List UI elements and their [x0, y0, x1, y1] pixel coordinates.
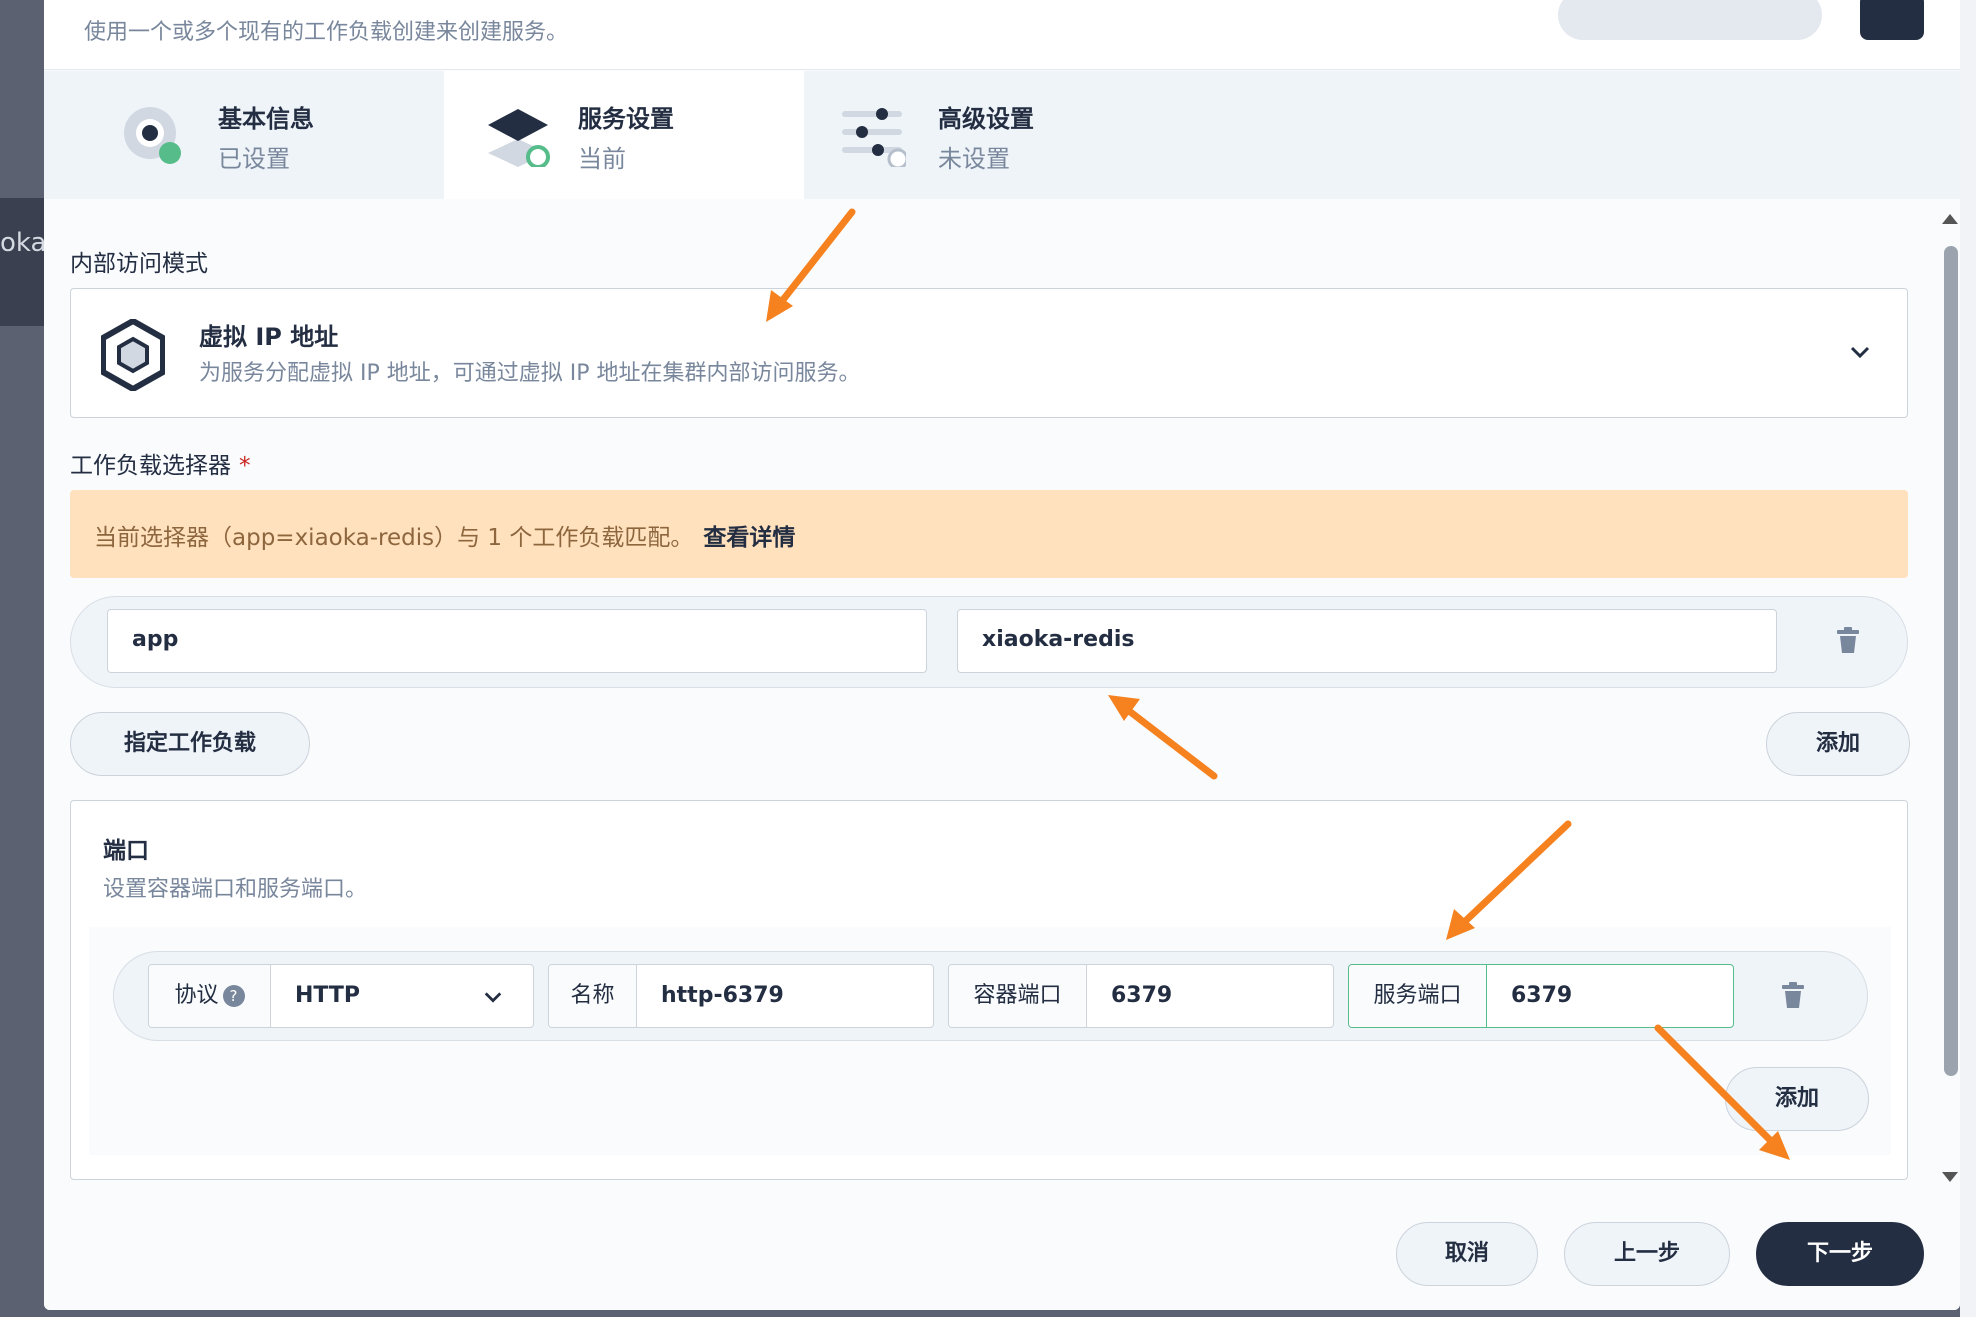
trash-icon[interactable] [1782, 982, 1804, 1008]
step-title: 高级设置 [938, 105, 1034, 133]
step-basic-info[interactable]: 基本信息 已设置 [44, 71, 404, 199]
add-selector-button[interactable]: 添加 [1766, 712, 1910, 776]
required-mark: * [239, 453, 251, 479]
scrollbar-thumb[interactable] [1944, 246, 1958, 1076]
previous-step-button[interactable]: 上一步 [1564, 1222, 1730, 1286]
step-status: 未设置 [938, 145, 1010, 173]
step-status: 当前 [578, 145, 626, 173]
step-advanced-settings[interactable]: 高级设置 未设置 [804, 71, 1164, 199]
step-status: 已设置 [218, 145, 290, 173]
header-pill-button[interactable] [1558, 0, 1822, 40]
ports-description: 设置容器端口和服务端口。 [103, 877, 368, 902]
protocol-label-row: 协议? [149, 965, 271, 1027]
backdrop-right-edge [1960, 0, 1976, 1317]
port-name-label: 名称 [549, 965, 637, 1027]
ports-list: 协议? HTTP 名称 http-6379 容器端口 6379 服务端口 637… [89, 927, 1891, 1155]
scroll-down-arrow[interactable] [1942, 1172, 1958, 1182]
access-mode-title: 虚拟 IP 地址 [199, 323, 339, 351]
scroll-up-arrow[interactable] [1942, 214, 1958, 224]
container-port-label: 容器端口 [949, 965, 1087, 1027]
protocol-select[interactable]: 协议? HTTP [148, 964, 534, 1028]
view-details-link[interactable]: 查看详情 [703, 525, 795, 551]
notice-text: 当前选择器（app=xiaoka-redis）与 1 个工作负载匹配。 [94, 525, 694, 551]
service-port-value[interactable]: 6379 [1511, 965, 1572, 1027]
chevron-down-icon [484, 992, 502, 1003]
sliders-icon [842, 108, 906, 167]
header-dark-button[interactable] [1860, 0, 1924, 40]
selector-value-input[interactable]: xiaoka-redis [957, 609, 1777, 673]
modal-subtitle: 使用一个或多个现有的工作负载创建来创建服务。 [84, 20, 569, 45]
selector-label: 工作负载选择器 [70, 453, 231, 479]
chevron-down-icon [1850, 346, 1870, 359]
page-backdrop: oka [0, 0, 47, 1317]
service-port-label: 服务端口 [1349, 965, 1487, 1027]
container-port-field[interactable]: 容器端口 6379 [948, 964, 1334, 1028]
disc-icon [124, 107, 181, 164]
protocol-value: HTTP [295, 983, 361, 1008]
cancel-button[interactable]: 取消 [1396, 1222, 1538, 1286]
cube-icon [101, 319, 165, 391]
step-service-settings[interactable]: 服务设置 当前 [444, 71, 804, 199]
specify-workload-button[interactable]: 指定工作负载 [70, 712, 310, 776]
next-step-button[interactable]: 下一步 [1756, 1222, 1924, 1286]
port-name-value[interactable]: http-6379 [661, 965, 784, 1027]
step-title: 服务设置 [578, 105, 674, 133]
ports-title: 端口 [103, 838, 149, 864]
access-mode-select[interactable]: 虚拟 IP 地址 为服务分配虚拟 IP 地址，可通过虚拟 IP 地址在集群内部访… [70, 288, 1908, 418]
create-service-modal: 使用一个或多个现有的工作负载创建来创建服务。 基本信息 已设置 服务设置 当前 [44, 0, 1960, 1310]
modal-header: 使用一个或多个现有的工作负载创建来创建服务。 [44, 0, 1960, 70]
layers-icon [488, 109, 550, 167]
protocol-label: 协议 [174, 983, 219, 1008]
help-icon[interactable]: ? [222, 985, 245, 1007]
backdrop-sidebar-slab [0, 198, 44, 326]
trash-icon[interactable] [1837, 627, 1859, 653]
access-mode-description: 为服务分配虚拟 IP 地址，可通过虚拟 IP 地址在集群内部访问服务。 [199, 361, 861, 386]
step-title: 基本信息 [218, 105, 314, 133]
container-port-value[interactable]: 6379 [1111, 965, 1172, 1027]
add-port-button[interactable]: 添加 [1725, 1067, 1869, 1131]
service-port-field[interactable]: 服务端口 6379 [1348, 964, 1734, 1028]
backdrop-text-fragment: oka [0, 228, 47, 258]
ports-section: 端口 设置容器端口和服务端口。 协议? HTTP 名称 http-6379 容器… [70, 800, 1908, 1180]
access-mode-label: 内部访问模式 [70, 251, 208, 277]
label-selector-row: app xiaoka-redis [70, 596, 1908, 688]
scrollbar[interactable] [1940, 210, 1960, 1190]
port-row: 协议? HTTP 名称 http-6379 容器端口 6379 服务端口 637… [113, 951, 1868, 1041]
wizard-steps: 基本信息 已设置 服务设置 当前 高级设置 未设置 [44, 71, 1960, 199]
selector-key-input[interactable]: app [107, 609, 927, 673]
notice-row: 当前选择器（app=xiaoka-redis）与 1 个工作负载匹配。 查看详情 [94, 518, 795, 552]
selector-label-row: 工作负载选择器 * [70, 446, 251, 480]
port-name-field[interactable]: 名称 http-6379 [548, 964, 934, 1028]
selector-match-notice: 当前选择器（app=xiaoka-redis）与 1 个工作负载匹配。 查看详情 [70, 490, 1908, 578]
modal-footer: 取消 上一步 下一步 [44, 1196, 1960, 1310]
